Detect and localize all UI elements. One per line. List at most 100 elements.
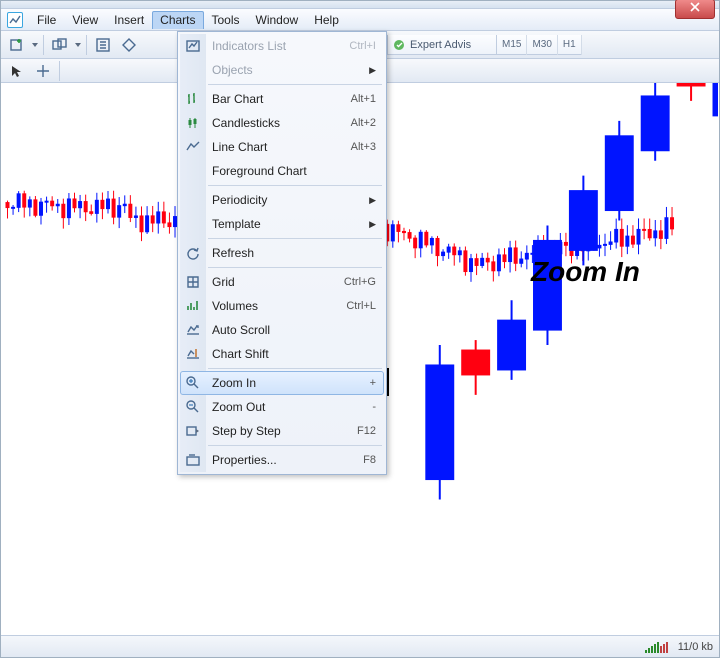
menu-insert[interactable]: Insert bbox=[106, 11, 152, 29]
menu-item-label: Bar Chart bbox=[212, 92, 263, 106]
charts-menu-dropdown: Indicators List Ctrl+I Objects ▶ Bar Chart Al… bbox=[177, 31, 387, 475]
menu-separator bbox=[208, 445, 382, 446]
window-close-button[interactable] bbox=[675, 0, 715, 19]
navigator-button[interactable] bbox=[117, 34, 141, 56]
crosshair-tool[interactable] bbox=[31, 60, 55, 82]
menu-item-label: Objects bbox=[212, 63, 253, 77]
menu-item-label: Step by Step bbox=[212, 424, 281, 438]
menu-item-volumes[interactable]: VolumesCtrl+L bbox=[180, 294, 384, 318]
menu-item-refresh[interactable]: Refresh bbox=[180, 241, 384, 265]
menu-separator bbox=[208, 185, 382, 186]
menu-separator bbox=[208, 84, 382, 85]
menu-item-auto-scroll[interactable]: Auto Scroll bbox=[180, 318, 384, 342]
menu-tools[interactable]: Tools bbox=[204, 11, 248, 29]
menu-view[interactable]: View bbox=[64, 11, 106, 29]
timeframe-m15[interactable]: M15 bbox=[497, 35, 527, 55]
menu-item-foreground-chart[interactable]: Foreground Chart bbox=[180, 159, 384, 183]
volumes-icon bbox=[185, 298, 201, 314]
market-watch-button[interactable] bbox=[91, 34, 115, 56]
menu-item-label: Zoom Out bbox=[212, 400, 265, 414]
menu-item-indicators-list: Indicators List Ctrl+I bbox=[180, 34, 384, 58]
transfer-label: 11/0 kb bbox=[678, 641, 713, 653]
menu-shortcut: F8 bbox=[363, 454, 376, 466]
menu-item-label: Periodicity bbox=[212, 193, 267, 207]
menu-shortcut: Ctrl+I bbox=[349, 40, 376, 52]
blank-icon bbox=[185, 192, 201, 208]
new-chart-button[interactable] bbox=[5, 34, 29, 56]
menu-item-objects: Objects ▶ bbox=[180, 58, 384, 82]
menu-separator bbox=[208, 267, 382, 268]
menu-charts[interactable]: Charts bbox=[152, 11, 203, 29]
menu-shortcut: Ctrl+G bbox=[344, 276, 376, 288]
menu-item-zoom-in[interactable]: Zoom In + bbox=[180, 371, 384, 395]
title-bar bbox=[1, 1, 719, 9]
blank-icon bbox=[185, 62, 201, 78]
menu-item-label: Chart Shift bbox=[212, 347, 269, 361]
menu-shortcut: Alt+1 bbox=[351, 93, 376, 105]
properties-icon bbox=[185, 452, 201, 468]
menu-file[interactable]: File bbox=[29, 11, 64, 29]
blank-icon bbox=[185, 163, 201, 179]
menu-item-label: Indicators List bbox=[212, 39, 286, 53]
menu-item-label: Grid bbox=[212, 275, 235, 289]
status-bar: 11/0 kb bbox=[1, 635, 719, 657]
submenu-arrow-icon: ▶ bbox=[369, 219, 376, 230]
expert-advisors-label: Expert Advis bbox=[410, 39, 471, 51]
bar-chart-icon bbox=[185, 91, 201, 107]
timeframe-strip: M15 M30 H1 bbox=[497, 35, 582, 55]
menu-window[interactable]: Window bbox=[248, 11, 307, 29]
menu-item-label: Properties... bbox=[212, 453, 277, 467]
menu-item-label: Volumes bbox=[212, 299, 258, 313]
menu-bar: FileViewInsertChartsToolsWindowHelp bbox=[1, 9, 719, 31]
line-chart-icon bbox=[185, 139, 201, 155]
menu-item-step-by-step[interactable]: Step by Step F12 bbox=[180, 419, 384, 443]
menu-shortcut: Alt+2 bbox=[351, 117, 376, 129]
menu-separator bbox=[208, 368, 382, 369]
menu-item-label: Template bbox=[212, 217, 261, 231]
zoom-out-icon bbox=[185, 399, 201, 415]
expert-advisors-toggle[interactable]: Expert Advis bbox=[387, 35, 497, 55]
chartshift-icon bbox=[185, 346, 201, 362]
menu-item-label: Zoom In bbox=[212, 376, 256, 390]
menu-item-template[interactable]: Template ▶ bbox=[180, 212, 384, 236]
menu-help[interactable]: Help bbox=[306, 11, 347, 29]
timeframe-m30[interactable]: M30 bbox=[527, 35, 557, 55]
cursor-tool[interactable] bbox=[5, 60, 29, 82]
menu-item-label: Auto Scroll bbox=[212, 323, 270, 337]
menu-item-label: Foreground Chart bbox=[212, 164, 307, 178]
zoom-in-icon bbox=[185, 375, 201, 391]
annotation-label: Zoom In bbox=[531, 256, 640, 288]
profiles-dropdown[interactable] bbox=[74, 34, 82, 56]
menu-item-bar-chart[interactable]: Bar Chart Alt+1 bbox=[180, 87, 384, 111]
submenu-arrow-icon: ▶ bbox=[369, 195, 376, 206]
candlestick-icon bbox=[185, 115, 201, 131]
menu-shortcut: + bbox=[370, 377, 376, 389]
autoscroll-icon bbox=[185, 322, 201, 338]
menu-item-label: Line Chart bbox=[212, 140, 267, 154]
timeframe-h1[interactable]: H1 bbox=[558, 35, 582, 55]
menu-item-chart-shift[interactable]: Chart Shift bbox=[180, 342, 384, 366]
step-icon bbox=[185, 423, 201, 439]
menu-item-periodicity[interactable]: Periodicity ▶ bbox=[180, 188, 384, 212]
refresh-icon bbox=[185, 245, 201, 261]
menu-shortcut: - bbox=[372, 401, 376, 413]
submenu-arrow-icon: ▶ bbox=[369, 65, 376, 76]
menu-item-zoom-out[interactable]: Zoom Out - bbox=[180, 395, 384, 419]
menu-item-label: Refresh bbox=[212, 246, 254, 260]
app-window: FileViewInsertChartsToolsWindowHelp Expe… bbox=[0, 0, 720, 658]
menu-separator bbox=[208, 238, 382, 239]
menu-item-candlesticks[interactable]: Candlesticks Alt+2 bbox=[180, 111, 384, 135]
profiles-button[interactable] bbox=[48, 34, 72, 56]
grid-icon bbox=[185, 274, 201, 290]
menu-shortcut: F12 bbox=[357, 425, 376, 437]
new-chart-dropdown[interactable] bbox=[31, 34, 39, 56]
menu-item-properties[interactable]: Properties... F8 bbox=[180, 448, 384, 472]
menu-item-grid[interactable]: Grid Ctrl+G bbox=[180, 270, 384, 294]
menu-item-line-chart[interactable]: Line Chart Alt+3 bbox=[180, 135, 384, 159]
blank-icon bbox=[185, 216, 201, 232]
menu-shortcut: Alt+3 bbox=[351, 141, 376, 153]
connection-indicator bbox=[645, 641, 668, 653]
indicators-icon bbox=[185, 38, 201, 54]
menu-item-label: Candlesticks bbox=[212, 116, 280, 130]
app-icon bbox=[7, 12, 23, 28]
